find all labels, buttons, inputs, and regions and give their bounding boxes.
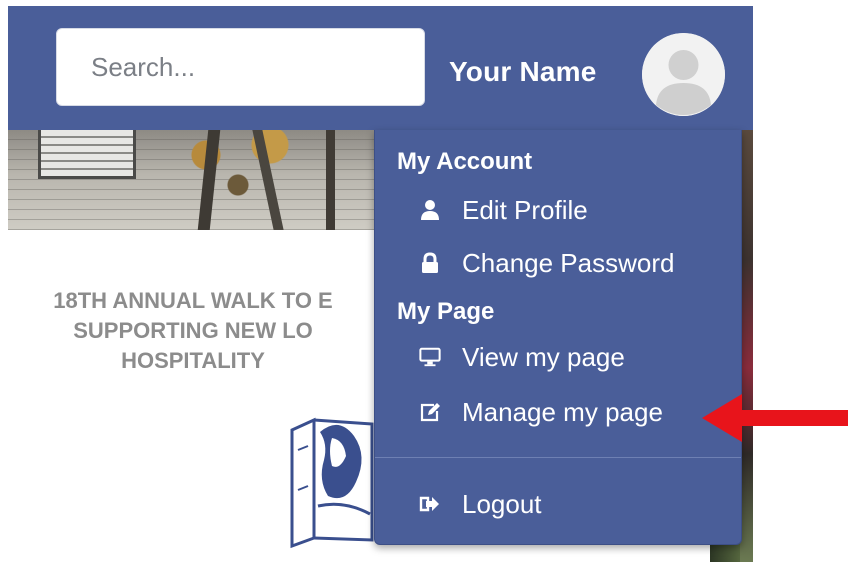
menu-divider: [375, 457, 741, 458]
menu-item-label: Edit Profile: [462, 194, 588, 225]
menu-item-label: Logout: [462, 488, 542, 519]
menu-item-label: View my page: [462, 341, 625, 372]
edit-icon: [419, 401, 441, 423]
section-header-my-page: My Page: [397, 298, 495, 325]
desktop-icon: [419, 346, 441, 368]
sign-out-icon: [419, 493, 441, 515]
user-avatar-icon[interactable]: [642, 33, 725, 116]
user-icon: [419, 199, 441, 221]
menu-item-view-my-page[interactable]: View my page: [397, 337, 717, 377]
top-navigation-bar: Your Name: [8, 6, 753, 130]
menu-item-label: Manage my page: [462, 396, 663, 427]
red-arrow-icon: [702, 388, 848, 453]
search-input[interactable]: [56, 28, 425, 106]
user-name-label[interactable]: Your Name: [449, 56, 597, 88]
event-title[interactable]: 18TH ANNUAL WALK TO E SUPPORTING NEW LO …: [8, 286, 378, 376]
menu-item-change-password[interactable]: Change Password: [397, 243, 717, 283]
lock-icon: [419, 252, 441, 274]
menu-item-edit-profile[interactable]: Edit Profile: [397, 190, 717, 230]
account-dropdown-menu: My Account Edit Profile Change Password …: [374, 130, 742, 545]
event-banner-photo: [8, 130, 378, 230]
organization-logo: [284, 410, 374, 555]
menu-item-manage-my-page[interactable]: Manage my page: [397, 392, 717, 432]
menu-item-label: Change Password: [462, 247, 675, 278]
menu-item-logout[interactable]: Logout: [397, 484, 717, 524]
section-header-my-account: My Account: [397, 148, 533, 175]
